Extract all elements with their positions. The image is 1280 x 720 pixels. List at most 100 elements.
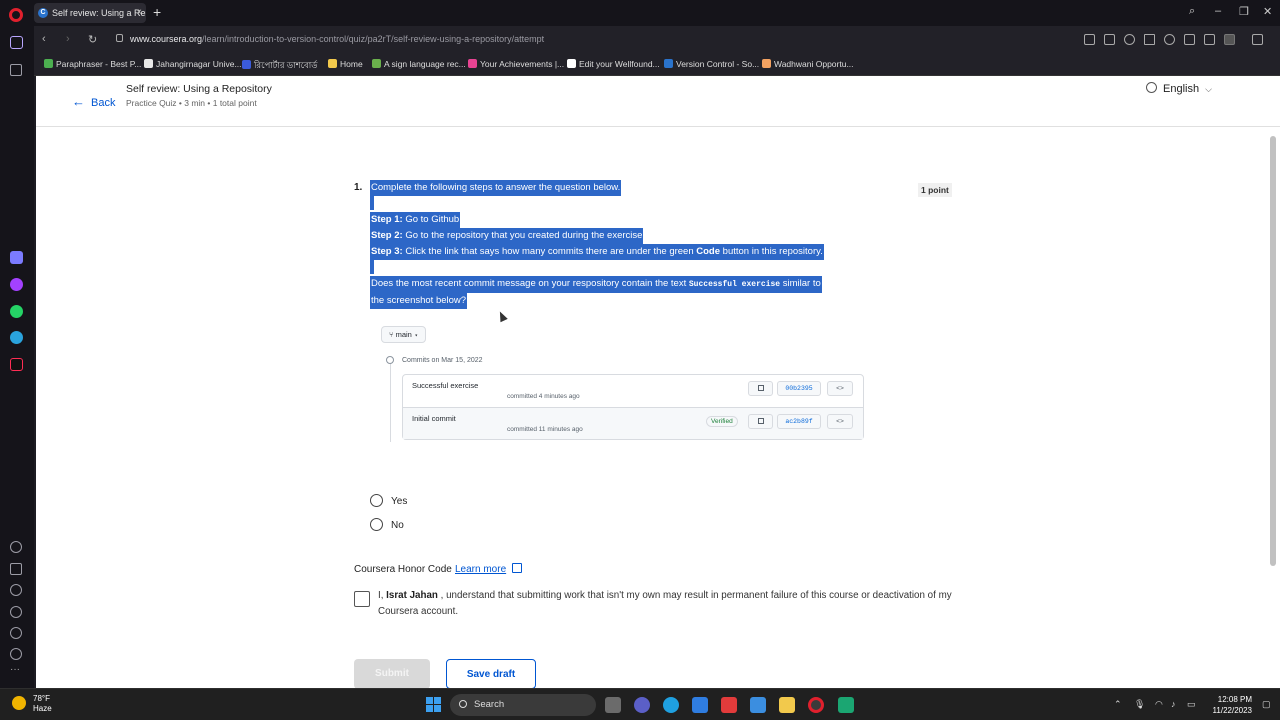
bookmark-item[interactable]: Wadhwani Opportu...: [762, 59, 854, 69]
reload-icon[interactable]: ↻: [88, 33, 97, 46]
heart-sidebar-icon[interactable]: [10, 584, 22, 596]
teams-icon[interactable]: [634, 697, 650, 713]
page-scrollbar[interactable]: [1270, 136, 1276, 566]
question-prompt-line-2: the screenshot below?: [370, 293, 468, 309]
bookmark-item[interactable]: রিপোর্টার ডাশবোর্ড: [242, 59, 318, 73]
bookmark-favicon-icon: [372, 59, 381, 68]
honor-code-checkbox[interactable]: [354, 591, 370, 607]
menu-icon[interactable]: [1204, 34, 1215, 45]
search-tabs-icon[interactable]: ⌕: [1189, 5, 1195, 18]
bookmark-favicon-icon: [664, 59, 673, 68]
extensions-icon[interactable]: [1252, 34, 1263, 45]
question-intro: Complete the following steps to answer t…: [370, 180, 622, 196]
radio-button[interactable]: [370, 518, 383, 531]
send-icon[interactable]: [10, 563, 22, 575]
bookmark-item[interactable]: Your Achievements |...: [468, 59, 564, 69]
battery-icon[interactable]: ▭: [1187, 699, 1196, 710]
search-icon: [459, 700, 467, 708]
weather-icon: [12, 696, 26, 710]
camera-icon[interactable]: [1104, 34, 1115, 45]
taskbar-clock[interactable]: 12:08 PM 11/22/2023: [1204, 694, 1252, 716]
save-draft-button[interactable]: Save draft: [446, 659, 536, 688]
shield-icon[interactable]: [1124, 34, 1135, 45]
taskbar-search[interactable]: Search: [450, 694, 596, 716]
history-icon[interactable]: [10, 606, 22, 618]
bookmark-item[interactable]: Edit your Wellfound...: [567, 59, 660, 69]
home-icon[interactable]: [10, 36, 23, 49]
whatsapp-icon[interactable]: [10, 305, 23, 318]
commit-sha: ac2b89f: [777, 414, 821, 429]
restore-icon[interactable]: ❐: [1239, 5, 1249, 18]
microphone-icon[interactable]: 🎙: [1134, 699, 1145, 710]
verified-badge: Verified: [706, 416, 738, 427]
opera-logo-icon[interactable]: [9, 8, 23, 22]
step-3: Step 3: Click the link that says how man…: [370, 244, 824, 260]
arrow-left-icon: ←: [72, 94, 85, 109]
bookmark-item[interactable]: Version Control - So...: [664, 59, 759, 69]
submit-button[interactable]: Submit: [354, 659, 430, 688]
close-window-icon[interactable]: ✕: [1263, 5, 1272, 18]
forward-nav-icon[interactable]: ›: [66, 33, 70, 45]
address-bar-row: ‹ › ↻ www.coursera.org/learn/introductio…: [34, 26, 1280, 54]
external-link-icon[interactable]: [512, 563, 522, 573]
windows-taskbar: 78°F Haze Search ⌃ 🎙 ◠ ♪ ▭ 12:08 PM 11/22/…: [0, 688, 1280, 720]
more-icon[interactable]: ···: [10, 664, 20, 675]
tiktok-icon[interactable]: [10, 358, 23, 371]
new-tab-button[interactable]: +: [153, 4, 161, 20]
minimize-icon[interactable]: –: [1215, 5, 1221, 17]
download-icon[interactable]: [1184, 34, 1195, 45]
wifi-icon[interactable]: ◠: [1155, 699, 1163, 710]
gift-icon[interactable]: [721, 697, 737, 713]
radio-button[interactable]: [370, 494, 383, 507]
tips-icon[interactable]: [10, 648, 22, 660]
mouse-cursor-icon: [496, 309, 508, 323]
learn-more-link[interactable]: Learn more: [455, 564, 506, 575]
edge-icon[interactable]: [663, 697, 679, 713]
vscode-icon[interactable]: [838, 697, 854, 713]
star-icon[interactable]: [10, 64, 22, 76]
step-2: Step 2: Go to the repository that you cr…: [370, 228, 644, 244]
opera-taskbar-icon[interactable]: [808, 697, 824, 713]
url-field[interactable]: www.coursera.org/learn/introduction-to-v…: [130, 34, 544, 44]
coursera-page: ← Back Self review: Using a Repository Pr…: [36, 76, 1280, 688]
telegram-icon[interactable]: [10, 331, 23, 344]
bookmark-item[interactable]: A sign language rec...: [372, 59, 466, 69]
tray-expand-icon[interactable]: ⌃: [1114, 699, 1122, 710]
bookmark-favicon-icon: [242, 60, 251, 69]
commit-row: Initial commit committed 11 minutes ago …: [403, 407, 863, 439]
settings-icon[interactable]: [10, 627, 22, 639]
lock-icon: [116, 34, 123, 42]
bookmark-item[interactable]: Home: [328, 59, 363, 69]
player-icon[interactable]: [10, 541, 22, 553]
option-yes[interactable]: Yes: [370, 494, 407, 507]
copy-icon: [748, 414, 773, 429]
messenger-icon[interactable]: [10, 278, 23, 291]
mail-icon[interactable]: [750, 697, 766, 713]
quiz-header: ← Back Self review: Using a Repository Pr…: [36, 76, 1280, 127]
bookmark-item[interactable]: Jahangirnagar Unive...: [144, 59, 242, 69]
question-number: 1.: [354, 182, 363, 193]
language-selector[interactable]: English ⌵: [1146, 82, 1212, 95]
commit-icon: [386, 356, 394, 364]
play-icon[interactable]: [1144, 34, 1155, 45]
store-icon[interactable]: [692, 697, 708, 713]
back-nav-icon[interactable]: ‹: [42, 33, 46, 45]
back-link[interactable]: ← Back: [72, 94, 115, 109]
selected-blank-line: [370, 196, 374, 210]
chevron-down-icon: ⌵: [1205, 84, 1212, 94]
volume-icon[interactable]: ♪: [1171, 699, 1176, 709]
tab-self-review[interactable]: C Self review: Using a Repo ×: [34, 3, 146, 23]
notification-icon[interactable]: ▢: [1262, 699, 1271, 710]
heart-icon[interactable]: [1164, 34, 1175, 45]
file-explorer-icon[interactable]: [779, 697, 795, 713]
tab-close-icon[interactable]: ×: [136, 3, 142, 23]
task-view-icon[interactable]: [605, 697, 621, 713]
commit-message: Successful exercise: [412, 381, 479, 390]
option-no[interactable]: No: [370, 518, 404, 531]
copy-icon: [748, 381, 773, 396]
edit-icon[interactable]: [1084, 34, 1095, 45]
bookmark-item[interactable]: Paraphraser - Best P...: [44, 59, 141, 69]
profile-icon[interactable]: [1224, 34, 1235, 45]
windows-start-icon[interactable]: [426, 697, 441, 712]
aria-icon[interactable]: [10, 251, 23, 264]
